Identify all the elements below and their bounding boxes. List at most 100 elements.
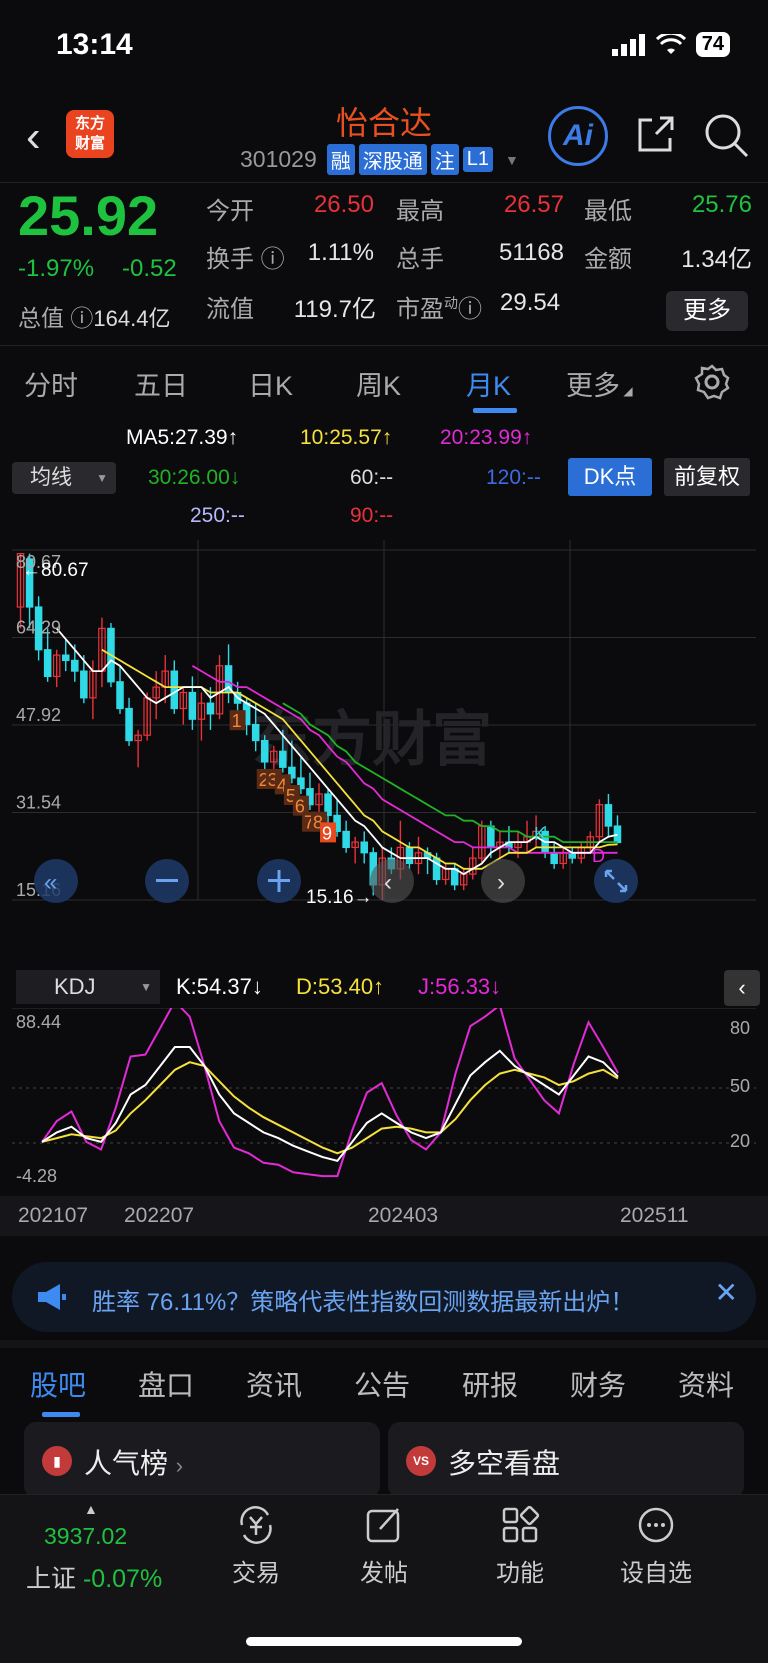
tab-daily-k[interactable]: 日K: [248, 364, 293, 403]
yuan-exchange-icon: [240, 1506, 272, 1544]
share-icon[interactable]: [634, 114, 676, 156]
tab-more[interactable]: 更多 ◢: [566, 364, 633, 403]
more-button[interactable]: 更多: [666, 291, 748, 331]
index-value[interactable]: 3937.02: [44, 1523, 127, 1550]
signal-icon: [611, 33, 645, 56]
tab-orderbook[interactable]: 盘口: [138, 1364, 194, 1404]
high-value: 26.57: [503, 191, 564, 218]
min-price-marker: 15.16→: [306, 887, 373, 908]
tab-five-day[interactable]: 五日: [134, 364, 188, 403]
post-label: 发帖: [360, 1560, 408, 1587]
stock-header: ‹ 东方 财富 怡合达 301029 融 深股通 注 L1 ▼ Ai: [0, 92, 768, 182]
info-icon[interactable]: ⓘ: [261, 246, 285, 273]
index-name[interactable]: 上证 -0.07%: [26, 1559, 162, 1595]
ma60-value: 60:--: [350, 466, 394, 489]
candle-body: [80, 670, 88, 699]
add-watchlist-button[interactable]: 设自选: [606, 1503, 706, 1588]
function-button[interactable]: 功能: [470, 1503, 570, 1588]
stock-code-row[interactable]: 301029 融 深股通 注 L1 ▼: [240, 144, 519, 175]
kdj-k-value: K:54.37↓: [176, 974, 263, 999]
grid-icon: [502, 1505, 540, 1543]
total-value: 164.4亿: [93, 306, 171, 331]
more-dots-icon: [638, 1507, 674, 1543]
active-tab-indicator: [473, 408, 517, 413]
tab-intraday[interactable]: 分时: [24, 364, 78, 403]
scroll-left-button[interactable]: «: [34, 859, 78, 903]
time-axis: 202107 202207 202403 202511: [0, 1196, 768, 1236]
kdj-d-value: D:53.40↑: [296, 974, 385, 999]
gear-icon[interactable]: [694, 364, 730, 400]
zoom-in-button[interactable]: [257, 859, 301, 903]
popularity-title: 人气榜 ›: [84, 1448, 184, 1479]
ma20-value: 20:23.99↑: [440, 426, 533, 449]
candlestick-chart[interactable]: 东方财富 80.6764.2947.9231.5415.16 ←80.67 15…: [12, 540, 756, 965]
sequence-marker: 9: [322, 823, 332, 843]
tag-margin: 融: [326, 144, 355, 175]
tag-connect: 深股通: [358, 144, 427, 175]
axis-label-2024: 202403: [368, 1204, 439, 1227]
chevron-down-icon[interactable]: ▼: [505, 152, 519, 168]
ma5-value: MA5:27.39↑: [126, 426, 239, 449]
search-icon[interactable]: [703, 112, 749, 158]
kdj-y-50: 50: [730, 1076, 750, 1096]
kdj-chart[interactable]: 88.44 -4.28 80 50 20: [12, 1008, 756, 1196]
kdj-j-value: J:56.33↓: [418, 974, 502, 999]
svg-text:‹: ‹: [384, 869, 392, 896]
kdj-y-20: 20: [730, 1131, 750, 1151]
candle-body: [260, 739, 269, 763]
tab-profile[interactable]: 资料: [678, 1364, 734, 1404]
turnover-value: 1.11%: [307, 239, 374, 266]
close-icon[interactable]: ✕: [715, 1276, 738, 1309]
change-amount: -0.52: [122, 255, 177, 282]
status-bar: 13:14 74: [0, 0, 768, 90]
chevron-left-icon[interactable]: ‹: [724, 970, 760, 1006]
candle-body: [61, 654, 70, 662]
zoom-out-button[interactable]: [145, 859, 189, 903]
sequence-marker: 1: [232, 711, 242, 731]
stock-code: 301029: [240, 146, 317, 172]
indicator-label: KDJ: [54, 974, 96, 999]
tab-announcements[interactable]: 公告: [354, 1364, 410, 1404]
max-price-marker: ←80.67: [22, 560, 89, 581]
prev-button[interactable]: ‹: [370, 859, 414, 903]
chevron-up-icon[interactable]: ▲: [84, 1501, 98, 1517]
tab-finance[interactable]: 财务: [570, 1364, 626, 1404]
content-tabs: 股吧 盘口 资讯 公告 研报 财务 资料: [0, 1340, 768, 1417]
post-button[interactable]: 发帖: [334, 1503, 434, 1588]
popularity-card[interactable]: ▮ 人气榜 ›: [24, 1422, 380, 1498]
edit-icon: [366, 1508, 400, 1543]
line-type-select[interactable]: 均线 ▼: [12, 462, 116, 494]
bull-bear-card[interactable]: VS 多空看盘: [388, 1422, 744, 1498]
announcement-banner[interactable]: 胜率 76.11%？策略代表性指数回测数据最新出炉！ ✕: [12, 1262, 756, 1332]
adjust-button[interactable]: 前复权: [664, 458, 750, 496]
float-value-label: 流值: [206, 296, 254, 323]
quote-panel: 25.92 -1.97% -0.52 总值 ⓘ164.4亿 今开 26.50 最…: [0, 182, 768, 346]
open-value: 26.50: [313, 191, 374, 218]
dk-point-button[interactable]: DK点: [568, 458, 652, 496]
trade-button[interactable]: 交易: [206, 1503, 306, 1588]
next-button[interactable]: ›: [481, 859, 525, 903]
popularity-title-text: 人气榜: [84, 1448, 169, 1479]
tab-news[interactable]: 资讯: [246, 1364, 302, 1404]
info-icon[interactable]: ⓘ: [70, 305, 93, 331]
tab-weekly-k[interactable]: 周K: [356, 364, 401, 403]
float-value: 119.7亿: [293, 296, 376, 323]
kdj-y-80: 80: [730, 1018, 750, 1038]
y-axis-label: 64.29: [16, 618, 61, 638]
axis-label-start: 202107: [18, 1204, 89, 1227]
axis-label-end: 202511: [620, 1204, 689, 1227]
fullscreen-button[interactable]: [594, 859, 638, 903]
info-icon[interactable]: ⓘ: [458, 296, 482, 323]
tag-registered: 注: [430, 144, 459, 175]
tab-forum[interactable]: 股吧: [30, 1364, 86, 1404]
candle-body: [450, 868, 459, 886]
tab-monthly-k[interactable]: 月K: [466, 364, 511, 403]
high-label: 最高: [396, 198, 444, 225]
indicator-select[interactable]: KDJ ▼: [16, 970, 160, 1004]
tab-research[interactable]: 研报: [462, 1364, 518, 1404]
candle-body: [279, 750, 287, 768]
ma90-value: 90:--: [350, 504, 394, 527]
ai-button[interactable]: Ai: [548, 106, 608, 166]
candle-body: [251, 723, 260, 742]
candle-body: [342, 830, 350, 849]
